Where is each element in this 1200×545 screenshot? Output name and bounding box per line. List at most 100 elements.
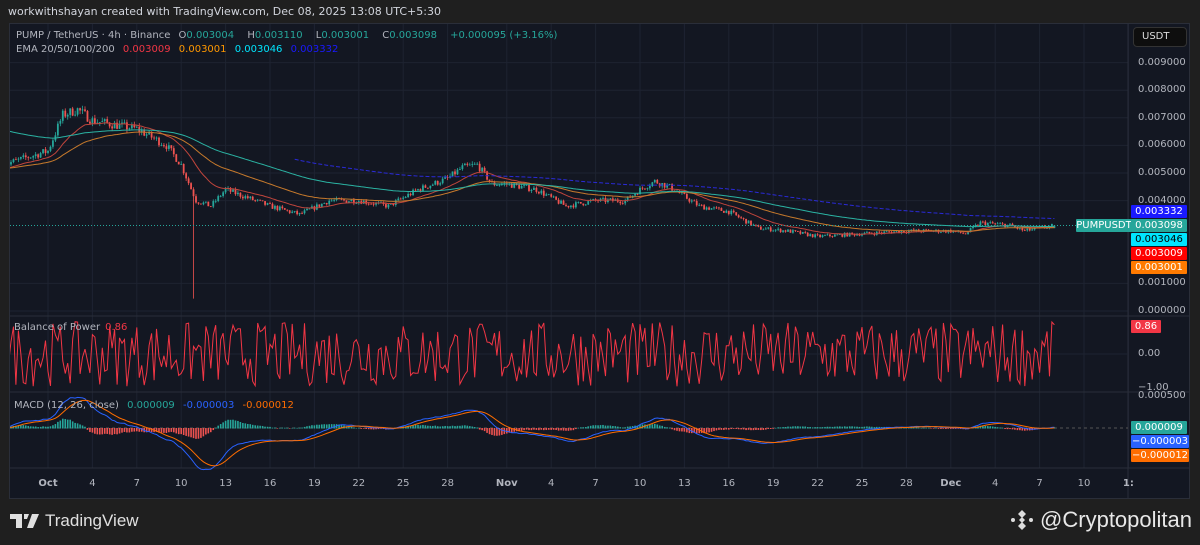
candle-body (838, 234, 841, 236)
macd-histogram-bar (481, 428, 483, 431)
macd-histogram-bar (59, 420, 62, 429)
macd-histogram-bar (483, 428, 486, 432)
time-tick-label: 7 (1036, 478, 1043, 489)
candle-body (163, 145, 165, 147)
macd-histogram-bar (747, 428, 750, 430)
macd-histogram-bar (237, 420, 239, 429)
candle-body (555, 196, 558, 200)
time-tick-label: 28 (441, 478, 454, 489)
chart-canvas[interactable] (0, 0, 1200, 545)
candle-body (325, 203, 328, 205)
candle-body (385, 204, 387, 208)
candle-body (436, 180, 439, 185)
macd-histogram-bar (424, 425, 427, 429)
candle-body (271, 203, 274, 209)
candle-body (685, 193, 688, 199)
macd-histogram-bar (913, 427, 915, 429)
macd-histogram-bar (730, 428, 733, 430)
candle-body (219, 195, 222, 197)
macd-histogram-bar (604, 425, 607, 429)
open-value: 0.003004 (186, 30, 235, 41)
candle-body (996, 223, 999, 225)
candle-body (562, 200, 565, 205)
macd-histogram-bar (251, 424, 254, 429)
macd-histogram-bar (177, 428, 180, 435)
macd-histogram-bar (937, 428, 940, 429)
macd-histogram-bar (414, 424, 417, 429)
candle-body (256, 199, 259, 201)
macd-histogram-bar (987, 426, 989, 429)
candle-body (809, 234, 812, 237)
macd-histogram-bar (466, 425, 469, 429)
macd-histogram-bar (612, 426, 614, 429)
candle-body (111, 126, 114, 129)
candle-body (478, 163, 481, 172)
macd-histogram-bar (760, 428, 762, 431)
time-tick-label: 4 (548, 478, 555, 489)
macd-histogram-bar (101, 428, 104, 435)
macd-histogram-bar (984, 425, 987, 429)
macd-histogram-bar (461, 425, 464, 429)
macd-histogram-bar (323, 424, 326, 429)
bop-legend[interactable]: Balance of Power 0.86 (14, 322, 132, 333)
macd-legend[interactable]: MACD (12, 26, close) 0.000009 -0.000003 … (14, 400, 299, 411)
candle-body (577, 201, 580, 203)
macd-histogram-bar (991, 426, 994, 429)
macd-histogram-bar (214, 427, 217, 429)
macd-histogram-bar (666, 427, 668, 429)
candle-body (703, 205, 706, 210)
candle-body (261, 200, 264, 202)
macd-histogram-bar (797, 426, 799, 429)
ema200-price-tag: 0.003332 (1131, 205, 1187, 218)
price-tick-label: 0.007000 (1138, 111, 1186, 123)
candle-body (291, 211, 294, 213)
candle-body (103, 119, 106, 122)
macd-histogram-bar (950, 428, 952, 429)
candle-body (888, 231, 891, 233)
macd-histogram-bar (789, 426, 792, 429)
price-tick-label: 0.006000 (1138, 139, 1186, 151)
macd-histogram-bar (836, 426, 839, 429)
ema200-value: 0.003332 (290, 44, 339, 55)
candle-body (419, 189, 422, 191)
macd-histogram-bar (449, 426, 451, 429)
candle-body (372, 203, 375, 205)
candle-body (977, 224, 979, 226)
macd-histogram-bar (422, 424, 424, 429)
candle-body (488, 179, 491, 182)
macd-histogram-bar (126, 428, 128, 433)
macd-histogram-bar (328, 424, 330, 429)
macd-histogram-bar (720, 428, 723, 430)
ema-legend[interactable]: EMA 20/50/100/200 0.003009 0.003001 0.00… (16, 44, 343, 55)
macd-histogram-bar (29, 426, 32, 429)
candle-body (762, 229, 765, 231)
candle-body (688, 198, 691, 202)
macd-histogram-bar (945, 428, 947, 429)
macd-histogram-bar (651, 424, 654, 429)
candle-body (399, 198, 402, 200)
candle-body (552, 196, 555, 198)
ema100-price-tag: 0.003046 (1131, 233, 1187, 246)
macd-histogram-bar (358, 427, 360, 429)
macd-histogram-bar (661, 425, 663, 429)
macd-histogram-bar (715, 428, 718, 431)
macd-histogram-bar (942, 428, 945, 429)
candle-body (451, 171, 454, 177)
candle-body (101, 121, 104, 123)
candle-body (690, 200, 693, 202)
candle-body (560, 200, 562, 204)
macd-histogram-bar (308, 425, 311, 429)
macd-histogram-bar (834, 426, 836, 429)
macd-histogram-bar (624, 427, 626, 429)
currency-button[interactable]: USDT (1133, 27, 1187, 47)
candle-body (722, 210, 725, 213)
candle-body (37, 154, 40, 158)
candle-body (190, 183, 192, 190)
candle-body (237, 192, 239, 195)
candle-body (498, 184, 501, 186)
macd-histogram-bar (597, 425, 599, 429)
candle-body (799, 231, 802, 234)
macd-histogram-bar (76, 423, 79, 429)
candle-body (824, 235, 826, 237)
macd-histogram-bar (446, 426, 449, 429)
